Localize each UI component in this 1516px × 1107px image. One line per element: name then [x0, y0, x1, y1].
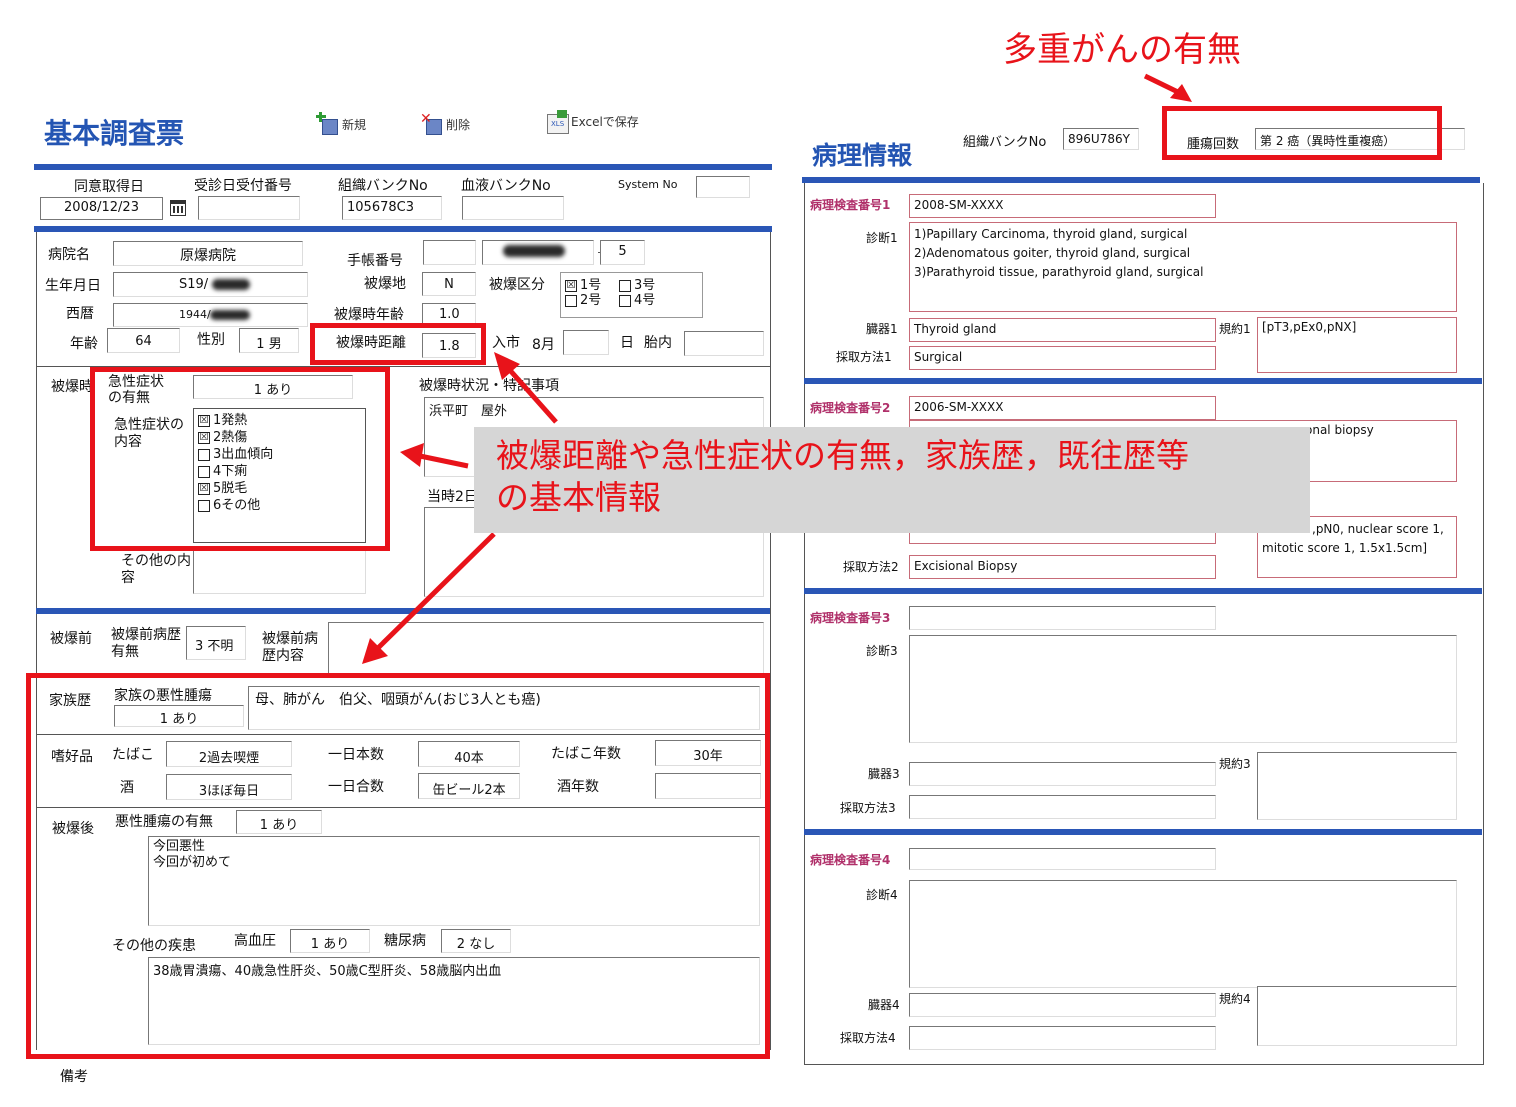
callout-line-1: 被爆距離や急性症状の有無，家族歴，既往歴等: [496, 436, 1189, 475]
callout-box: 被爆距離や急性症状の有無，家族歴，既往歴等 の基本情報: [474, 427, 1310, 533]
callout-arrows: [362, 352, 558, 664]
callout-line-2: の基本情報: [496, 478, 661, 517]
